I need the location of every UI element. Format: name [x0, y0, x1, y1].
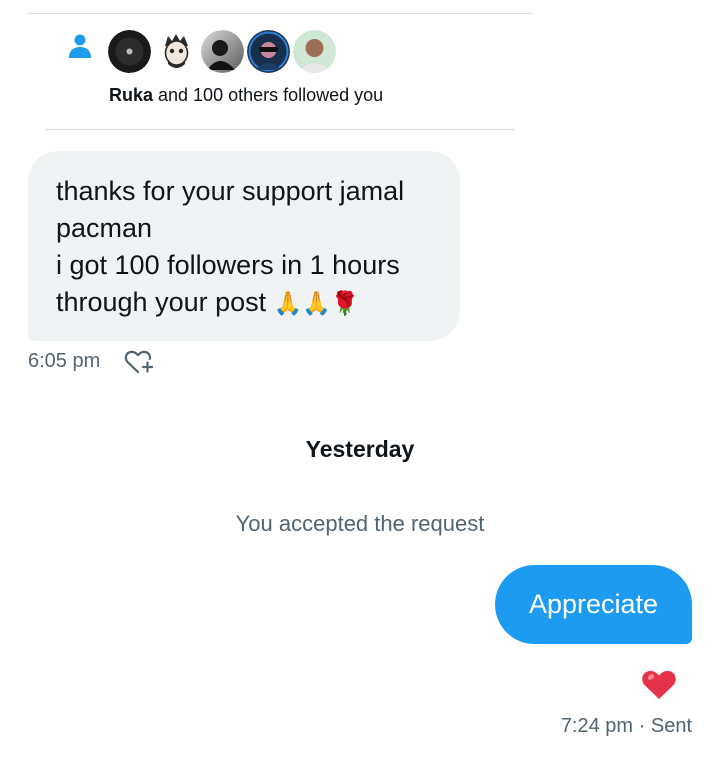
message-emojis: 🙏🙏🌹: [273, 291, 360, 317]
system-message: You accepted the request: [235, 511, 485, 536]
avatar[interactable]: [247, 30, 290, 73]
outgoing-timestamp: 7:24 pm · Sent: [561, 715, 692, 738]
avatar[interactable]: [201, 30, 244, 73]
avatar[interactable]: [293, 30, 336, 73]
delivery-status: · Sent: [633, 715, 692, 737]
card-divider-bottom: [45, 129, 515, 130]
day-separator: Yesterday: [305, 436, 415, 462]
outgoing-time: 7:24 pm: [560, 715, 634, 737]
follower-name: Ruka: [109, 85, 154, 105]
message-line-text: through your post: [56, 287, 274, 317]
message-line: pacman: [56, 213, 153, 243]
avatar[interactable]: [155, 30, 198, 73]
incoming-timestamp: 6:05 pm: [28, 350, 101, 372]
incoming-message-bubble[interactable]: thanks for your support jamal pacman i g…: [28, 151, 460, 341]
heart-plus-icon[interactable]: [123, 348, 153, 376]
notification-text[interactable]: Ruka and 100 others followed you: [109, 85, 383, 106]
message-line-last: through your post 🙏🙏🌹: [56, 284, 432, 323]
card-divider-top: [28, 13, 532, 14]
dm-conversation: Ruka and 100 others followed you thanks …: [0, 0, 710, 782]
outgoing-message-bubble[interactable]: Appreciate: [495, 565, 692, 644]
person-icon: [69, 34, 91, 58]
outgoing-message-text: Appreciate: [528, 589, 659, 619]
message-line: i got 100 followers in 1 hours: [56, 250, 400, 280]
avatar[interactable]: [108, 30, 151, 73]
heart-reaction-icon[interactable]: [640, 666, 678, 702]
message-line: thanks for your support jamal: [56, 176, 405, 206]
notification-rest: and 100 others followed you: [153, 85, 384, 105]
